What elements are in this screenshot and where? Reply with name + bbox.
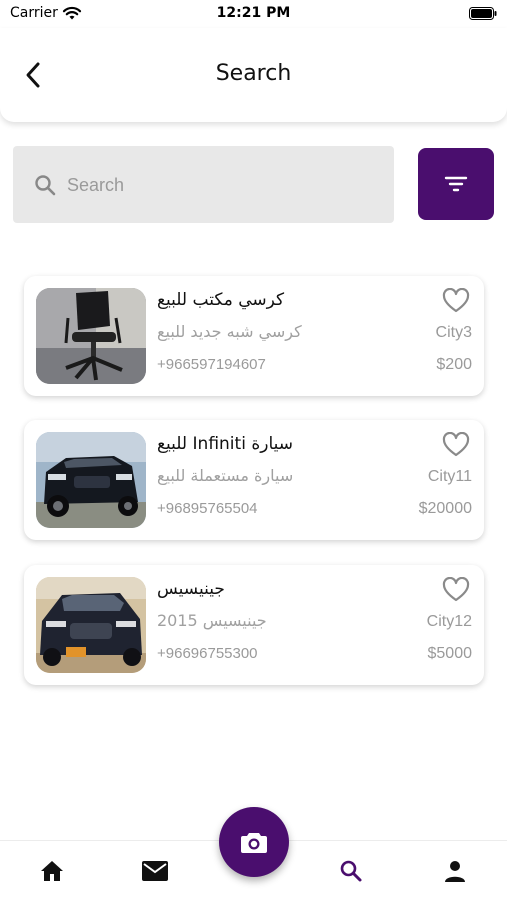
camera-icon: [241, 833, 267, 853]
user-icon: [445, 861, 465, 882]
office-chair-photo: [36, 288, 146, 384]
heart-icon[interactable]: [442, 432, 470, 458]
genesis-sedan-photo: [36, 577, 146, 673]
tab-profile[interactable]: [437, 853, 473, 889]
listing-city: City3: [435, 324, 472, 341]
search-input[interactable]: [67, 170, 367, 200]
page-title: Search: [215, 61, 292, 86]
listing-price: $200: [436, 356, 472, 373]
search-icon: [35, 175, 56, 196]
mail-icon: [142, 861, 168, 881]
heart-icon[interactable]: [442, 577, 470, 603]
listing-card[interactable]: كرسي مكتب للبيع كرسي شبه جديد للبيع +966…: [24, 276, 484, 396]
status-bar: Carrier 12:21 PM: [0, 0, 507, 28]
search-icon: [340, 860, 362, 882]
heart-icon[interactable]: [442, 288, 470, 314]
status-time: 12:21 PM: [216, 5, 291, 21]
filter-button[interactable]: [418, 148, 494, 220]
infiniti-suv-photo: [36, 432, 146, 528]
listing-subtitle: سيارة مستعملة للبيع: [157, 466, 294, 485]
listing-title: كرسي مكتب للبيع: [157, 290, 285, 310]
listing-image: [36, 577, 146, 673]
listing-title: جينيسيس: [157, 579, 225, 599]
listing-image: [36, 288, 146, 384]
tab-search[interactable]: [333, 853, 369, 889]
listing-subtitle: كرسي شبه جديد للبيع: [157, 322, 302, 341]
listing-phone: +966597194607: [157, 356, 266, 373]
listing-image: [36, 432, 146, 528]
listing-phone: +96696755300: [157, 645, 258, 662]
listing-city: City11: [427, 468, 472, 485]
home-icon: [41, 861, 63, 881]
listing-price: $5000: [427, 645, 473, 662]
search-box[interactable]: [13, 146, 394, 223]
listing-city: City12: [426, 613, 472, 630]
filter-icon: [444, 176, 468, 192]
camera-button[interactable]: [219, 807, 289, 877]
listing-subtitle: جينيسيس 2015: [157, 611, 267, 630]
listing-card[interactable]: جينيسيس جينيسيس 2015 +96696755300 City12…: [24, 565, 484, 685]
listing-phone: +96895765504: [157, 500, 258, 517]
listing-title: للبيع Infiniti سيارة: [157, 434, 293, 454]
tab-messages[interactable]: [137, 853, 173, 889]
listing-price: $20000: [418, 500, 472, 517]
header: Search: [0, 28, 507, 122]
tab-home[interactable]: [34, 853, 70, 889]
battery-icon: [469, 7, 497, 20]
listing-card[interactable]: للبيع Infiniti سيارة سيارة مستعملة للبيع…: [24, 420, 484, 540]
